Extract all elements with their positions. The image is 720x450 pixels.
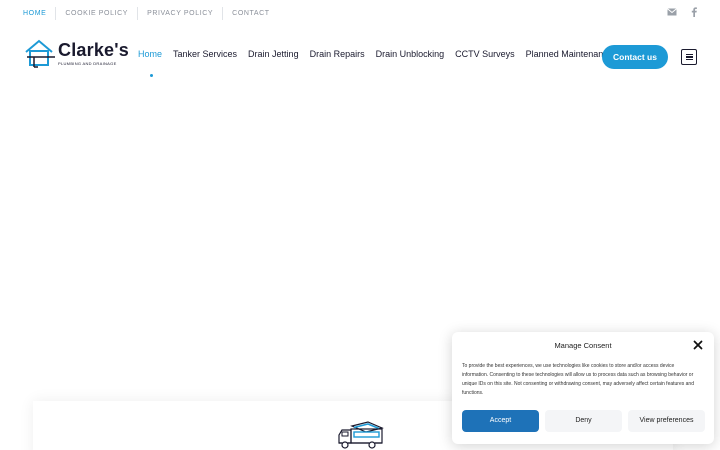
contact-us-button[interactable]: Contact us xyxy=(602,45,668,69)
top-link-cookie-policy[interactable]: COOKIE POLICY xyxy=(56,8,137,20)
facebook-icon[interactable] xyxy=(688,6,700,18)
logo-tagline: PLUMBING AND DRAINAGE xyxy=(58,61,117,66)
truck-icon xyxy=(338,421,384,449)
logo-name: Clarke's xyxy=(58,40,129,60)
close-icon[interactable] xyxy=(692,339,704,351)
top-link-home[interactable]: HOME xyxy=(14,8,55,20)
social-icons xyxy=(666,6,700,18)
nav-item-drain-unblocking[interactable]: Drain Unblocking xyxy=(376,49,445,59)
view-preferences-button[interactable]: View preferences xyxy=(628,410,705,432)
main-nav: Home Tanker Services Drain Jetting Drain… xyxy=(138,49,624,59)
accept-button[interactable]: Accept xyxy=(462,410,539,432)
consent-message: To provide the best experiences, we use … xyxy=(462,363,694,396)
nav-item-drain-repairs[interactable]: Drain Repairs xyxy=(310,49,365,59)
top-link-contact[interactable]: CONTACT xyxy=(223,8,279,20)
consent-title: Manage Consent xyxy=(554,341,612,350)
nav-item-cctv-surveys[interactable]: CCTV Surveys xyxy=(455,49,515,59)
house-logo-icon xyxy=(25,39,55,68)
top-bar: HOME COOKIE POLICY PRIVACY POLICY CONTAC… xyxy=(0,0,720,27)
nav-item-drain-jetting[interactable]: Drain Jetting xyxy=(248,49,299,59)
active-nav-indicator xyxy=(150,74,153,77)
nav-item-planned-maintenance[interactable]: Planned Maintenance xyxy=(526,49,613,59)
cookie-consent-dialog: Manage Consent To provide the best exper… xyxy=(452,332,714,444)
hamburger-menu-icon[interactable] xyxy=(681,49,697,65)
envelope-icon[interactable] xyxy=(666,6,678,18)
nav-item-home[interactable]: Home xyxy=(138,49,162,59)
site-logo[interactable]: Clarke's PLUMBING AND DRAINAGE xyxy=(24,38,136,72)
deny-button[interactable]: Deny xyxy=(545,410,622,432)
top-link-privacy-policy[interactable]: PRIVACY POLICY xyxy=(138,8,222,20)
top-links: HOME COOKIE POLICY PRIVACY POLICY CONTAC… xyxy=(14,7,279,20)
nav-item-tanker-services[interactable]: Tanker Services xyxy=(173,49,237,59)
main-header: Clarke's PLUMBING AND DRAINAGE Home Tank… xyxy=(0,27,720,87)
